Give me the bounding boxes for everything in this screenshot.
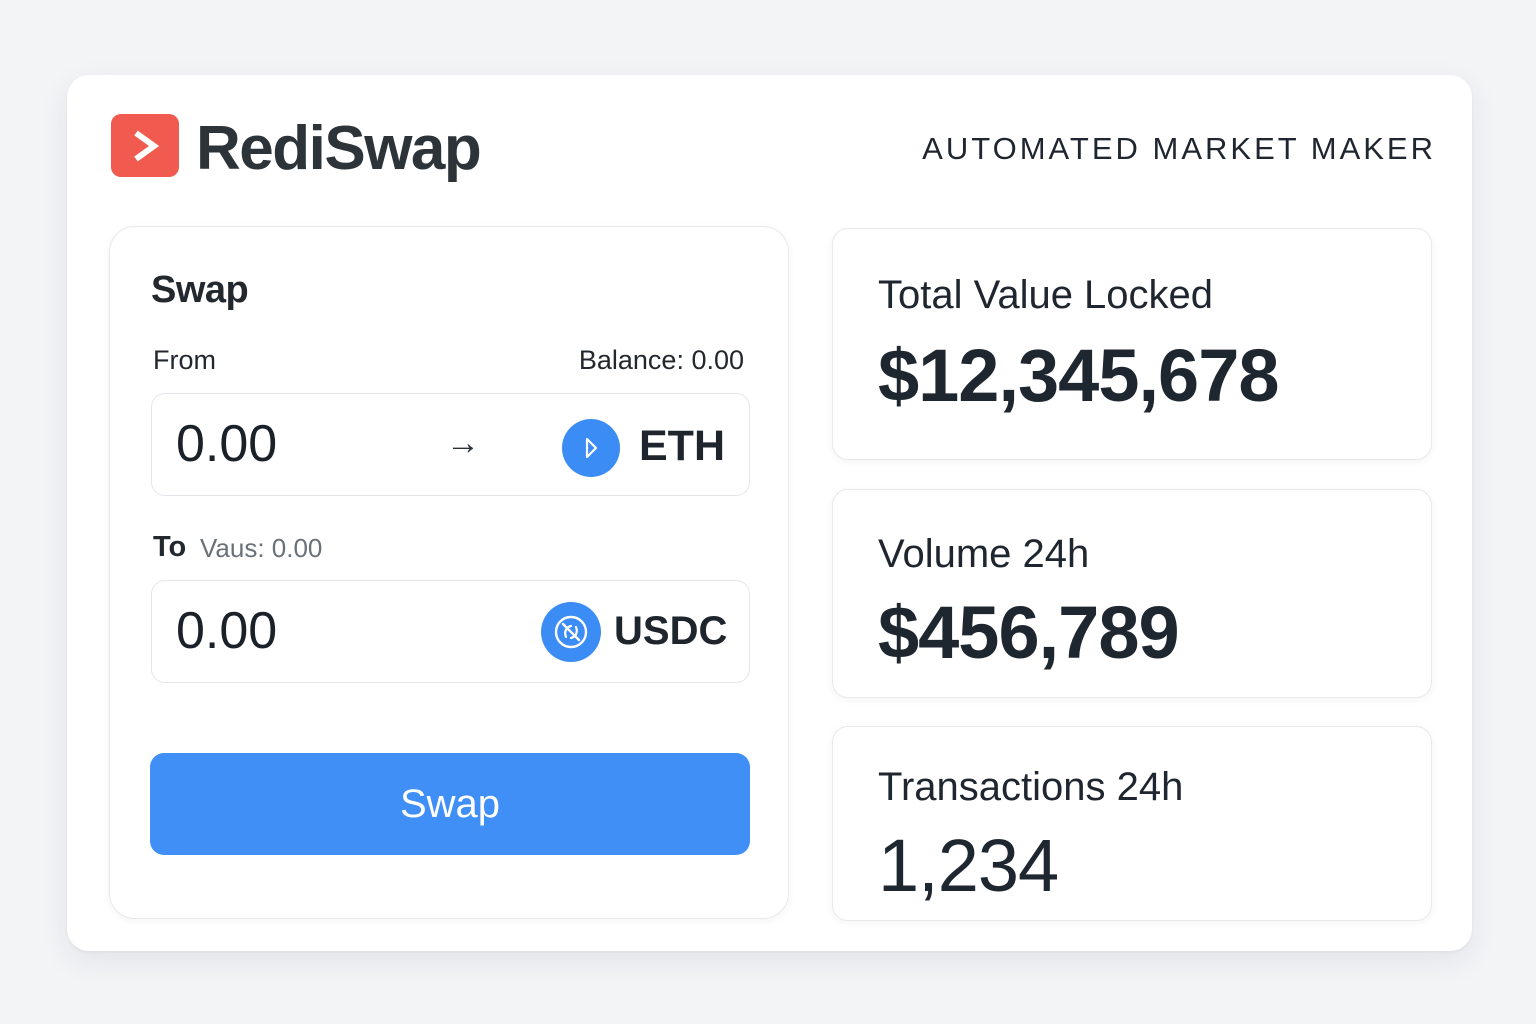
transactions-label: Transactions 24h (878, 765, 1184, 809)
brand-name: RediSwap (196, 114, 482, 183)
to-label: To (153, 531, 187, 563)
swap-button[interactable]: Swap (150, 753, 750, 855)
balance-label: Balance: 0.00 (578, 345, 744, 375)
volume-label: Volume 24h (878, 532, 1090, 576)
transactions-value: 1,234 (878, 824, 1059, 907)
to-token-name: USDC (614, 609, 728, 653)
tvl-card: Total Value Locked $12,345,678 (832, 228, 1432, 460)
play-chevron-icon (134, 130, 160, 161)
tvl-value: $12,345,678 (878, 334, 1280, 417)
from-token-row: 0.00 → ETH (151, 393, 750, 496)
to-sub-label: Vaus: 0.00 (200, 533, 323, 563)
swap-card: Swap From Balance: 0.00 0.00 → ETH To Va… (109, 226, 789, 919)
volume-card: Volume 24h $456,789 (832, 489, 1432, 698)
tagline: AUTOMATED MARKET MAKER (922, 131, 1436, 166)
from-amount-input[interactable]: 0.00 (176, 414, 277, 474)
tvl-label: Total Value Locked (878, 273, 1214, 317)
swap-title: Swap (151, 269, 249, 311)
arrow-right-icon: → (446, 424, 480, 462)
to-token-row: 0.00 USDC (151, 580, 750, 683)
transactions-card: Transactions 24h 1,234 (832, 726, 1432, 921)
from-label: From (153, 345, 216, 375)
eth-icon (562, 419, 620, 477)
main-panel: RediSwap AUTOMATED MARKET MAKER Swap Fro… (67, 75, 1472, 951)
to-amount-input[interactable]: 0.00 (176, 601, 277, 661)
logo (111, 114, 179, 177)
usdc-icon (541, 602, 601, 662)
volume-value: $456,789 (878, 591, 1180, 674)
from-token-name: ETH (639, 422, 725, 470)
